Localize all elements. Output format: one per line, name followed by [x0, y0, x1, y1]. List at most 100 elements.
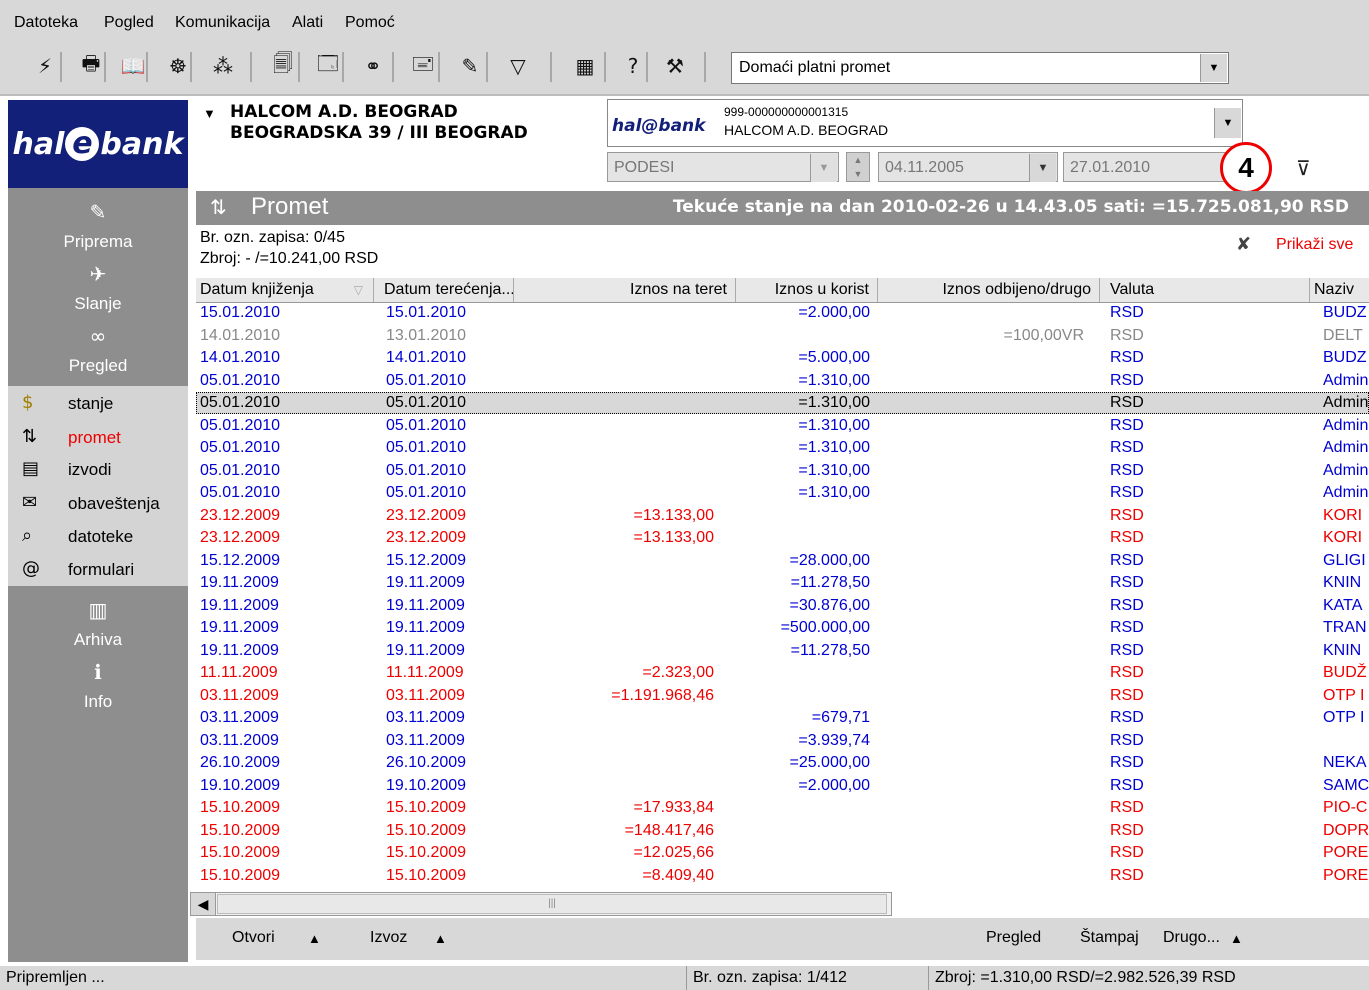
- numbers-icon[interactable]: ⁂: [208, 50, 238, 82]
- table-row[interactable]: 23.12.2009 23.12.2009 =13.133,00 RSD KORI: [196, 527, 1369, 549]
- chevron-down-icon[interactable]: ▼: [1214, 108, 1241, 138]
- nav-slanje[interactable]: Slanje: [8, 294, 188, 314]
- table-row[interactable]: 15.10.2009 15.10.2009 =12.025,66 RSD PORE: [196, 842, 1369, 864]
- sidebar-item-obavestenja[interactable]: ✉ obaveštenja: [8, 488, 188, 520]
- clear-filter-icon[interactable]: ⊽: [1296, 156, 1311, 180]
- table-row[interactable]: 11.11.2009 11.11.2009 =2.323,00 RSD BUDŽ: [196, 662, 1369, 684]
- table-row[interactable]: 19.10.2009 19.10.2009 =2.000,00 RSD SAMC: [196, 775, 1369, 797]
- sidebar-item-promet[interactable]: ⇅ promet: [8, 422, 188, 454]
- open-button[interactable]: Otvori: [232, 929, 275, 947]
- nav-pregled[interactable]: Pregled: [8, 356, 188, 376]
- nav-priprema[interactable]: Priprema: [8, 232, 188, 252]
- other-button[interactable]: Drugo...: [1163, 929, 1220, 947]
- table-row[interactable]: 19.11.2009 19.11.2009 =11.278,50 RSD KNIN: [196, 572, 1369, 594]
- table-row[interactable]: 15.10.2009 15.10.2009 =17.933,84 RSD PIO-C: [196, 797, 1369, 819]
- table-row[interactable]: 19.11.2009 19.11.2009 =11.278,50 RSD KNIN: [196, 640, 1369, 662]
- calculator-icon[interactable]: ▦: [570, 50, 600, 82]
- menu-pogled[interactable]: Pogled: [104, 14, 154, 32]
- payment-mode-select[interactable]: Domaći platni promet ▼: [731, 52, 1229, 84]
- info-icon[interactable]: ℹ: [8, 660, 188, 684]
- nav-arhiva[interactable]: Arhiva: [8, 630, 188, 650]
- scroll-left-icon[interactable]: ◀: [191, 893, 216, 915]
- menu-pomoc[interactable]: Pomoć: [345, 14, 395, 32]
- col-iznos-odbijeno[interactable]: Iznos odbijeno/drugo: [878, 278, 1100, 302]
- documents-icon[interactable]: 🗐: [268, 50, 298, 82]
- cell-d1: 05.01.2010: [200, 439, 281, 456]
- table-header: Datum knjiženja ▽ Datum terećenja... Izno…: [196, 278, 1369, 303]
- nav-info[interactable]: Info: [8, 692, 188, 712]
- send-icon[interactable]: ✈: [8, 262, 188, 286]
- date-from-field[interactable]: 04.11.2005 ▼: [878, 152, 1058, 182]
- chevron-down-icon[interactable]: ▼: [1029, 154, 1056, 182]
- table-row[interactable]: 15.12.2009 15.12.2009 =28.000,00 RSD GLIGI: [196, 550, 1369, 572]
- coins-icon: $: [22, 392, 34, 413]
- show-all-link[interactable]: Prikaži sve: [1276, 236, 1353, 254]
- table-row[interactable]: 03.11.2009 03.11.2009 =3.939,74 RSD: [196, 730, 1369, 752]
- table-row[interactable]: 15.10.2009 15.10.2009 =148.417,46 RSD DOPR: [196, 820, 1369, 842]
- col-iznos-na-teret[interactable]: Iznos na teret: [514, 278, 736, 302]
- print-button[interactable]: Štampaj: [1080, 929, 1139, 947]
- chevron-down-icon[interactable]: ▼: [810, 154, 837, 182]
- cell-d2: 03.11.2009: [386, 709, 465, 726]
- lightning-icon[interactable]: ⚡: [30, 50, 60, 82]
- pencil-icon[interactable]: ✎: [8, 200, 188, 224]
- edit-icon[interactable]: ✎: [455, 50, 485, 82]
- account-select[interactable]: hal@bank 999-000000000001315 HALCOM A.D.…: [607, 99, 1243, 147]
- show-all-icon[interactable]: ✘: [1236, 234, 1251, 255]
- table-row[interactable]: 19.11.2009 19.11.2009 =500.000,00 RSD TRAN: [196, 617, 1369, 639]
- col-datum-knjizenja[interactable]: Datum knjiženja ▽: [200, 278, 374, 302]
- table-row[interactable]: 14.01.2010 13.01.2010 =100,00VR RSD DELT: [196, 325, 1369, 347]
- table-row[interactable]: 05.01.2010 05.01.2010 =1.310,00 RSD Admin: [196, 437, 1369, 459]
- sidebar-item-izvodi[interactable]: ▤ izvodi: [8, 454, 188, 486]
- table-row[interactable]: 05.01.2010 05.01.2010 =1.310,00 RSD Admin: [196, 415, 1369, 437]
- menu-komunikacija[interactable]: Komunikacija: [175, 14, 270, 32]
- filter-icon[interactable]: ▽: [503, 50, 533, 82]
- binoculars-icon[interactable]: ⚭: [358, 50, 388, 82]
- table-row[interactable]: 23.12.2009 23.12.2009 =13.133,00 RSD KORI: [196, 505, 1369, 527]
- form-icon[interactable]: 🗔: [313, 50, 343, 82]
- menu-datoteka[interactable]: Datoteka: [14, 14, 78, 32]
- export-menu-arrow-icon[interactable]: ▲: [434, 931, 447, 946]
- table-row[interactable]: 03.11.2009 03.11.2009 =1.191.968,46 RSD OTP …: [196, 685, 1369, 707]
- sidebar-item-formulari[interactable]: @ formulari: [8, 554, 188, 586]
- col-iznos-u-korist[interactable]: Iznos u korist: [736, 278, 878, 302]
- date-to-field[interactable]: 27.01.2010: [1063, 152, 1235, 182]
- sidebar-item-stanje[interactable]: $ stanje: [8, 388, 188, 420]
- scrollbar-thumb[interactable]: |||: [217, 894, 887, 914]
- table-row[interactable]: 05.01.2010 05.01.2010 =1.310,00 RSD Admin: [196, 392, 1369, 414]
- table-row[interactable]: 05.01.2010 05.01.2010 =1.310,00 RSD Admin: [196, 460, 1369, 482]
- inbox-icon[interactable]: 🖃: [408, 50, 438, 82]
- col-naziv[interactable]: Naziv: [1310, 278, 1369, 302]
- col-valuta[interactable]: Valuta: [1100, 278, 1310, 302]
- horizontal-scrollbar[interactable]: ◀ |||: [190, 892, 892, 916]
- globe-icon[interactable]: ☸: [163, 50, 193, 82]
- printer-icon[interactable]: 🖶: [76, 50, 106, 82]
- archive-icon[interactable]: ▥: [8, 598, 188, 622]
- table-row[interactable]: 26.10.2009 26.10.2009 =25.000,00 RSD NEKA: [196, 752, 1369, 774]
- toolbar-separator: [550, 52, 552, 82]
- table-row[interactable]: 15.01.2010 15.01.2010 =2.000,00 RSD BUDZ: [196, 302, 1369, 324]
- open-menu-arrow-icon[interactable]: ▲: [308, 931, 321, 946]
- tools-icon[interactable]: ⚒: [660, 50, 690, 82]
- col-datum-terecenja[interactable]: Datum terećenja...: [374, 278, 514, 302]
- help-icon[interactable]: ?: [618, 50, 648, 82]
- spinner-icon[interactable]: ▲ ▼: [846, 152, 870, 182]
- table-row[interactable]: 15.10.2009 15.10.2009 =8.409,40 RSD PORE: [196, 865, 1369, 887]
- menu-alati[interactable]: Alati: [292, 14, 323, 32]
- export-button[interactable]: Izvoz: [370, 929, 407, 947]
- cell-val: RSD: [1110, 866, 1144, 884]
- table-row[interactable]: 05.01.2010 05.01.2010 =1.310,00 RSD Admin: [196, 482, 1369, 504]
- binoculars-icon[interactable]: ∞: [8, 324, 188, 348]
- book-icon[interactable]: 📖: [118, 50, 148, 82]
- table-row[interactable]: 19.11.2009 19.11.2009 =30.876,00 RSD KATA: [196, 595, 1369, 617]
- table-row[interactable]: 05.01.2010 05.01.2010 =1.310,00 RSD Admin: [196, 370, 1369, 392]
- other-menu-arrow-icon[interactable]: ▲: [1230, 931, 1243, 946]
- table-row[interactable]: 14.01.2010 14.01.2010 =5.000,00 RSD BUDZ: [196, 347, 1369, 369]
- preview-button[interactable]: Pregled: [986, 929, 1041, 947]
- chevron-down-icon[interactable]: ▼: [1200, 54, 1227, 82]
- preset-select[interactable]: PODESI ▼: [607, 152, 839, 182]
- cell-val: RSD: [1110, 844, 1144, 861]
- table-row[interactable]: 03.11.2009 03.11.2009 =679,71 RSD OTP I: [196, 707, 1369, 729]
- account-bank-logo: hal@bank: [612, 116, 706, 136]
- sidebar-item-datoteke[interactable]: ⌕ datoteke: [8, 521, 188, 553]
